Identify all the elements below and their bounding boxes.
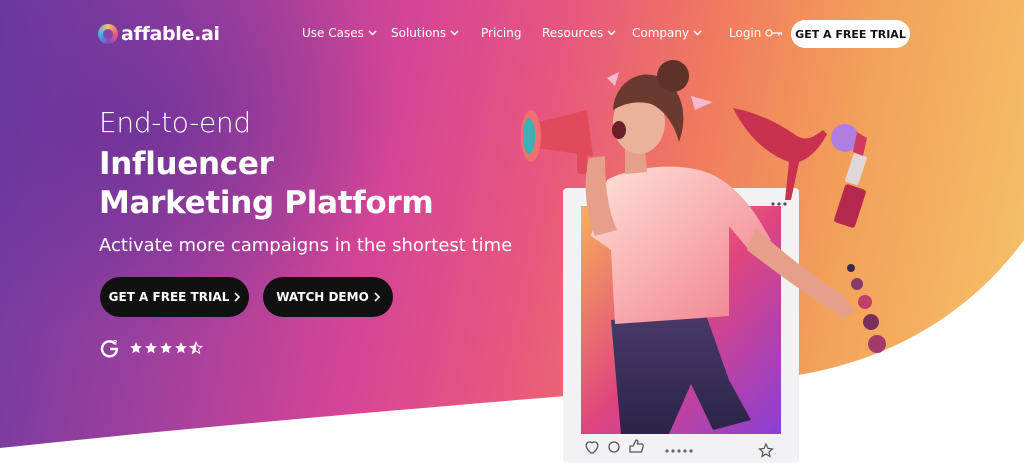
- nav-label: Resources: [542, 26, 604, 40]
- influencer-figure: [585, 60, 855, 434]
- g2-logo-icon: 2: [100, 340, 119, 358]
- star-icon: [145, 342, 157, 354]
- star-icon: [175, 342, 187, 354]
- chevron-down-icon: [450, 30, 459, 36]
- star-icon: [160, 342, 172, 354]
- nav-resources[interactable]: Resources: [542, 26, 616, 40]
- cta-label: GET A FREE TRIAL: [108, 290, 230, 304]
- nav-label: Use Cases: [302, 26, 364, 40]
- nav-label: Company: [632, 26, 690, 40]
- affable-logo-icon: [98, 24, 118, 44]
- hero-title-line-1: Influencer: [99, 146, 274, 182]
- chevron-down-icon: [368, 30, 377, 36]
- nav-pricing[interactable]: Pricing: [481, 26, 521, 40]
- g2-rating[interactable]: 2: [100, 338, 204, 358]
- key-icon: [765, 29, 783, 37]
- brand-logo[interactable]: affable.ai: [98, 22, 220, 46]
- hero-pre-title: End-to-end: [99, 106, 251, 139]
- chevron-down-icon: [607, 30, 616, 36]
- login-link[interactable]: Login: [729, 26, 783, 40]
- logo-text: affable.ai: [121, 23, 220, 45]
- nav-company[interactable]: Company: [632, 26, 702, 40]
- rating-stars: [129, 341, 204, 355]
- chevron-right-icon: [374, 292, 380, 302]
- star-half-icon: [189, 341, 203, 355]
- nav-label: Pricing: [481, 26, 522, 40]
- login-label: Login: [729, 26, 762, 40]
- chevron-down-icon: [693, 30, 702, 36]
- hero-subtitle: Activate more campaigns in the shortest …: [99, 235, 513, 256]
- megaphone: [521, 110, 593, 174]
- nav-free-trial-button[interactable]: GET A FREE TRIAL: [791, 20, 910, 48]
- star-icon: [130, 342, 142, 354]
- hero-influencer-illustration: [521, 60, 886, 463]
- high-heel-shoe: [733, 108, 827, 200]
- nav-use-cases[interactable]: Use Cases: [302, 26, 377, 40]
- cta-label: WATCH DEMO: [276, 290, 369, 304]
- chevron-right-icon: [234, 292, 241, 302]
- earring-jewel: [847, 264, 886, 353]
- nav-label: Solutions: [391, 26, 447, 40]
- hero-title-line-2: Marketing Platform: [99, 185, 434, 221]
- nav-solutions[interactable]: Solutions: [391, 26, 459, 40]
- svg-text:2: 2: [113, 340, 117, 347]
- free-trial-button[interactable]: GET A FREE TRIAL: [100, 277, 249, 317]
- watch-demo-button[interactable]: WATCH DEMO: [263, 277, 393, 317]
